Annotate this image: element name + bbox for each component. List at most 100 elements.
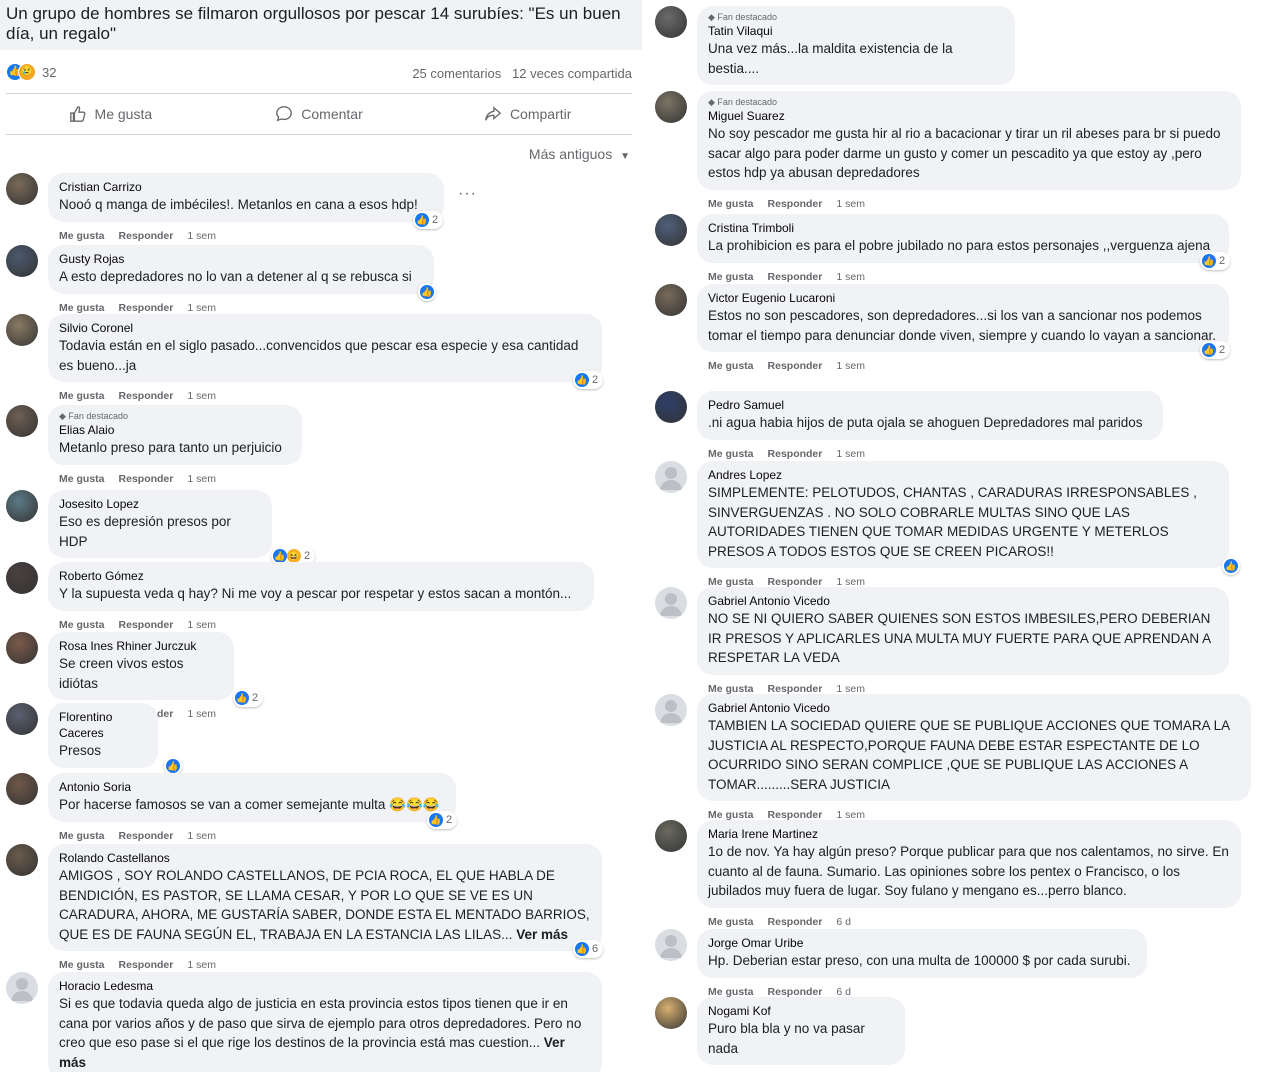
comment-like-button[interactable]: Me gusta [708,198,754,210]
comment-reply-button[interactable]: Responder [119,302,174,314]
comment-author[interactable]: Jorge Omar Uribe [708,935,1136,951]
comment-author[interactable]: Maria Irene Martinez [708,826,1230,842]
avatar[interactable] [655,214,687,246]
avatar[interactable] [6,562,38,594]
like-button[interactable]: Me gusta [6,96,215,132]
reaction-count[interactable]: 32 [42,65,56,80]
comment-author[interactable]: Gabriel Antonio Vicedo [708,593,1218,609]
comment-reply-button[interactable]: Responder [768,448,823,460]
comment-timestamp[interactable]: 1 sem [836,271,865,283]
more-options-icon[interactable]: ··· [458,185,477,203]
share-button[interactable]: Compartir [423,96,632,132]
avatar[interactable] [6,405,38,437]
comment-like-button[interactable]: Me gusta [59,959,105,971]
avatar[interactable] [655,391,687,423]
avatar[interactable] [6,844,38,876]
comment-timestamp[interactable]: 1 sem [187,708,216,720]
comment-reply-button[interactable]: Responder [119,619,174,631]
comment-reply-button[interactable]: Responder [119,390,174,402]
sort-dropdown[interactable]: Más antiguos ▼ [529,146,630,162]
avatar[interactable] [6,173,38,205]
comment-reactions[interactable]: 👍 [1222,557,1240,575]
comment-reactions[interactable]: 👍 2 [413,211,444,229]
comment-reply-button[interactable]: Responder [119,473,174,485]
comment-reactions[interactable]: 👍 2 [1200,252,1231,270]
comment-author[interactable]: Miguel Suarez [708,108,1230,124]
avatar[interactable] [6,632,38,664]
comment-author[interactable]: Rosa Ines Rhiner Jurczuk [59,638,223,654]
comment-author[interactable]: Florentino Caceres [59,709,147,741]
comment-like-button[interactable]: Me gusta [59,302,105,314]
comment-author[interactable]: Elias Alaio [59,422,291,438]
avatar[interactable] [6,972,38,1004]
avatar[interactable] [655,997,687,1029]
comment-like-button[interactable]: Me gusta [708,448,754,460]
comment-author[interactable]: Josesito Lopez [59,496,261,512]
avatar[interactable] [6,314,38,346]
comment-reactions[interactable]: 👍 2 [233,689,264,707]
avatar[interactable] [655,694,687,726]
comment-timestamp[interactable]: 1 sem [187,230,216,242]
comment-reactions[interactable]: 👍 6 [573,940,604,958]
avatar[interactable] [6,703,38,735]
avatar[interactable] [655,820,687,852]
comment-reply-button[interactable]: Responder [768,271,823,283]
comment-like-button[interactable]: Me gusta [59,390,105,402]
comment-timestamp[interactable]: 1 sem [836,448,865,460]
comment-reply-button[interactable]: Responder [768,916,823,928]
comment-reactions[interactable]: 👍 2 [1200,341,1231,359]
avatar[interactable] [655,91,687,123]
comment-like-button[interactable]: Me gusta [708,271,754,283]
comment-like-button[interactable]: Me gusta [708,360,754,372]
comment-author[interactable]: Roberto Gómez [59,568,583,584]
comment-author[interactable]: Pedro Samuel [708,397,1152,413]
comment-author[interactable]: Gabriel Antonio Vicedo [708,700,1240,716]
avatar[interactable] [6,773,38,805]
comment-author[interactable]: Nogami Kof [708,1003,894,1019]
avatar[interactable] [655,6,687,38]
avatar[interactable] [6,490,38,522]
comment-author[interactable]: Silvio Coronel [59,320,591,336]
comment-like-button[interactable]: Me gusta [708,916,754,928]
comment-author[interactable]: Cristina Trimboli [708,220,1218,236]
comment-timestamp[interactable]: 1 sem [187,959,216,971]
see-more-link[interactable]: Ver más [516,927,568,942]
comment-timestamp[interactable]: 1 sem [187,390,216,402]
comment-reply-button[interactable]: Responder [119,830,174,842]
comment-author[interactable]: Antonio Soria [59,779,445,795]
comment-author[interactable]: Cristian Carrizo [59,179,433,195]
comment-timestamp[interactable]: 1 sem [836,360,865,372]
comment-author[interactable]: Victor Eugenio Lucaroni [708,290,1218,306]
comment-reply-button[interactable]: Responder [119,230,174,242]
comment-timestamp[interactable]: 1 sem [836,198,865,210]
comment-reactions[interactable]: 👍 [418,283,436,301]
comment-reply-button[interactable]: Responder [768,198,823,210]
comment-like-button[interactable]: Me gusta [59,473,105,485]
comment-like-button[interactable]: Me gusta [59,230,105,242]
avatar[interactable] [655,461,687,493]
avatar[interactable] [655,587,687,619]
comment-timestamp[interactable]: 6 d [836,916,851,928]
comment-timestamp[interactable]: 1 sem [187,473,216,485]
avatar[interactable] [6,245,38,277]
comment-reactions[interactable]: 👍 2 [573,371,604,389]
comment-reply-button[interactable]: Responder [119,959,174,971]
comment-reply-button[interactable]: Responder [768,360,823,372]
comment-author[interactable]: Andres Lopez [708,467,1218,483]
avatar[interactable] [655,929,687,961]
post-title[interactable]: Un grupo de hombres se filmaron orgullos… [6,4,626,44]
comment-like-button[interactable]: Me gusta [59,830,105,842]
comment-author[interactable]: Horacio Ledesma [59,978,591,994]
post-stats[interactable]: 25 comentarios 12 veces compartida [412,66,632,81]
avatar[interactable] [655,284,687,316]
comment-author[interactable]: Gusty Rojas [59,251,423,267]
comment-author[interactable]: Rolando Castellanos [59,850,591,866]
comment-timestamp[interactable]: 1 sem [187,302,216,314]
comment-like-button[interactable]: Me gusta [59,619,105,631]
comment-timestamp[interactable]: 1 sem [187,830,216,842]
comment-author[interactable]: Tatin Vilaqui [708,23,1004,39]
comment-button[interactable]: Comentar [215,96,424,132]
sad-reaction-icon[interactable]: 😢 [18,63,36,81]
comment-reactions[interactable]: 👍 2 [427,811,458,829]
comment-timestamp[interactable]: 1 sem [187,619,216,631]
